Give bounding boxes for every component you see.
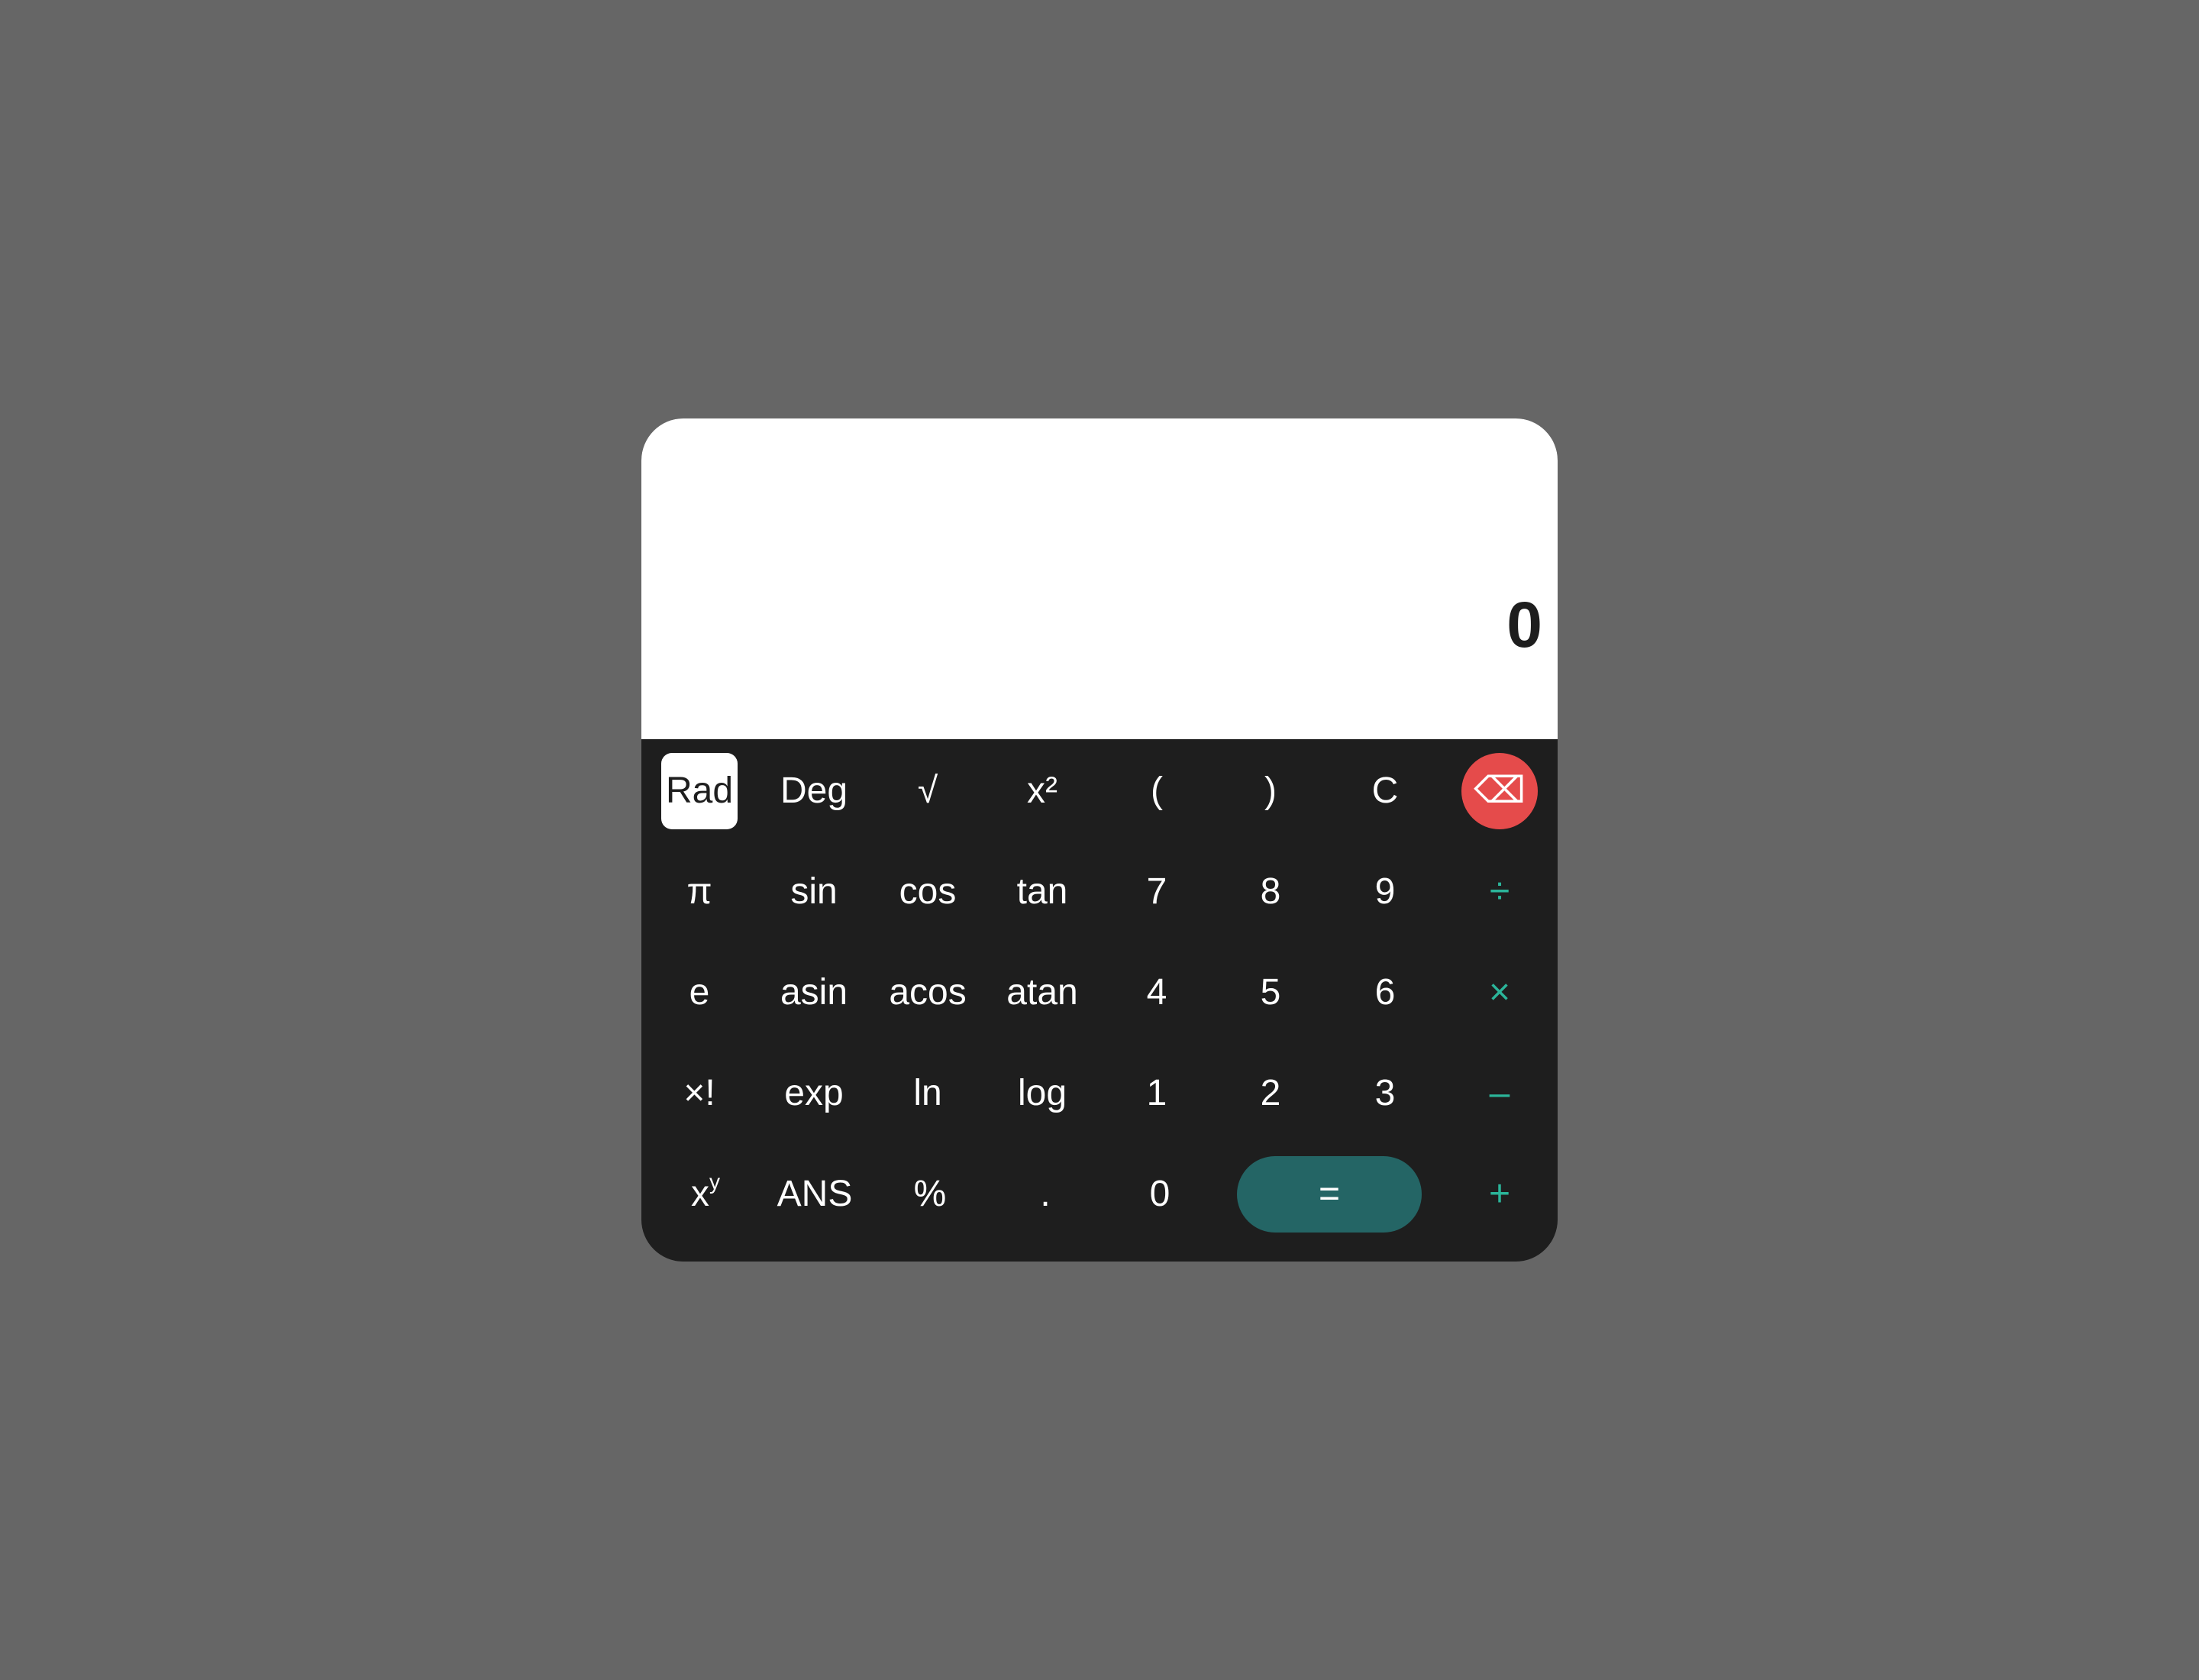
minus-button[interactable]: – — [1461, 1055, 1538, 1132]
digit-6-button[interactable]: 6 — [1347, 955, 1423, 1031]
display-panel: 0 — [641, 418, 1558, 739]
digit-9-button[interactable]: 9 — [1347, 854, 1423, 930]
rad-mode-button[interactable]: Rad — [661, 753, 738, 829]
clear-button[interactable]: C — [1347, 753, 1423, 829]
percent-button[interactable]: % — [892, 1156, 968, 1233]
tan-button[interactable]: tan — [1004, 854, 1080, 930]
backspace-button[interactable]: ⌫ — [1461, 753, 1538, 829]
exp-button[interactable]: exp — [776, 1055, 852, 1132]
open-paren-button[interactable]: ( — [1119, 753, 1195, 829]
sin-button[interactable]: sin — [776, 854, 852, 930]
display-value: 0 — [1506, 589, 1542, 661]
ans-button[interactable]: ANS — [777, 1156, 853, 1233]
deg-mode-button[interactable]: Deg — [776, 753, 852, 829]
log-button[interactable]: log — [1004, 1055, 1080, 1132]
decimal-button[interactable]: . — [1007, 1156, 1083, 1233]
equals-button[interactable]: = — [1237, 1156, 1422, 1233]
power-button[interactable]: xy — [667, 1156, 744, 1233]
close-paren-button[interactable]: ) — [1232, 753, 1309, 829]
digit-7-button[interactable]: 7 — [1119, 854, 1195, 930]
sqrt-button[interactable]: √ — [890, 753, 966, 829]
multiply-button[interactable]: × — [1461, 955, 1538, 1031]
digit-3-button[interactable]: 3 — [1347, 1055, 1423, 1132]
digit-8-button[interactable]: 8 — [1232, 854, 1309, 930]
keypad: Rad Deg √ x² ( ) C ⌫ π sin cos tan 7 8 9… — [641, 739, 1558, 1262]
digit-1-button[interactable]: 1 — [1119, 1055, 1195, 1132]
ln-button[interactable]: ln — [890, 1055, 966, 1132]
power-exponent-label: y — [709, 1170, 720, 1194]
asin-button[interactable]: asin — [776, 955, 852, 1031]
calculator: 0 Rad Deg √ x² ( ) C ⌫ π sin cos tan 7 8… — [641, 418, 1558, 1262]
factorial-button[interactable]: ×! — [661, 1055, 738, 1132]
acos-button[interactable]: acos — [889, 955, 966, 1031]
e-constant-button[interactable]: e — [661, 955, 738, 1031]
digit-0-button[interactable]: 0 — [1122, 1156, 1198, 1233]
cos-button[interactable]: cos — [890, 854, 966, 930]
backspace-icon: ⌫ — [1474, 771, 1526, 811]
atan-button[interactable]: atan — [1004, 955, 1080, 1031]
divide-button[interactable]: ÷ — [1461, 854, 1538, 930]
digit-2-button[interactable]: 2 — [1232, 1055, 1309, 1132]
square-button[interactable]: x² — [1004, 753, 1080, 829]
plus-button[interactable]: + — [1461, 1156, 1538, 1233]
digit-5-button[interactable]: 5 — [1232, 955, 1309, 1031]
digit-4-button[interactable]: 4 — [1119, 955, 1195, 1031]
power-base-label: x — [691, 1174, 709, 1214]
pi-button[interactable]: π — [661, 854, 738, 930]
